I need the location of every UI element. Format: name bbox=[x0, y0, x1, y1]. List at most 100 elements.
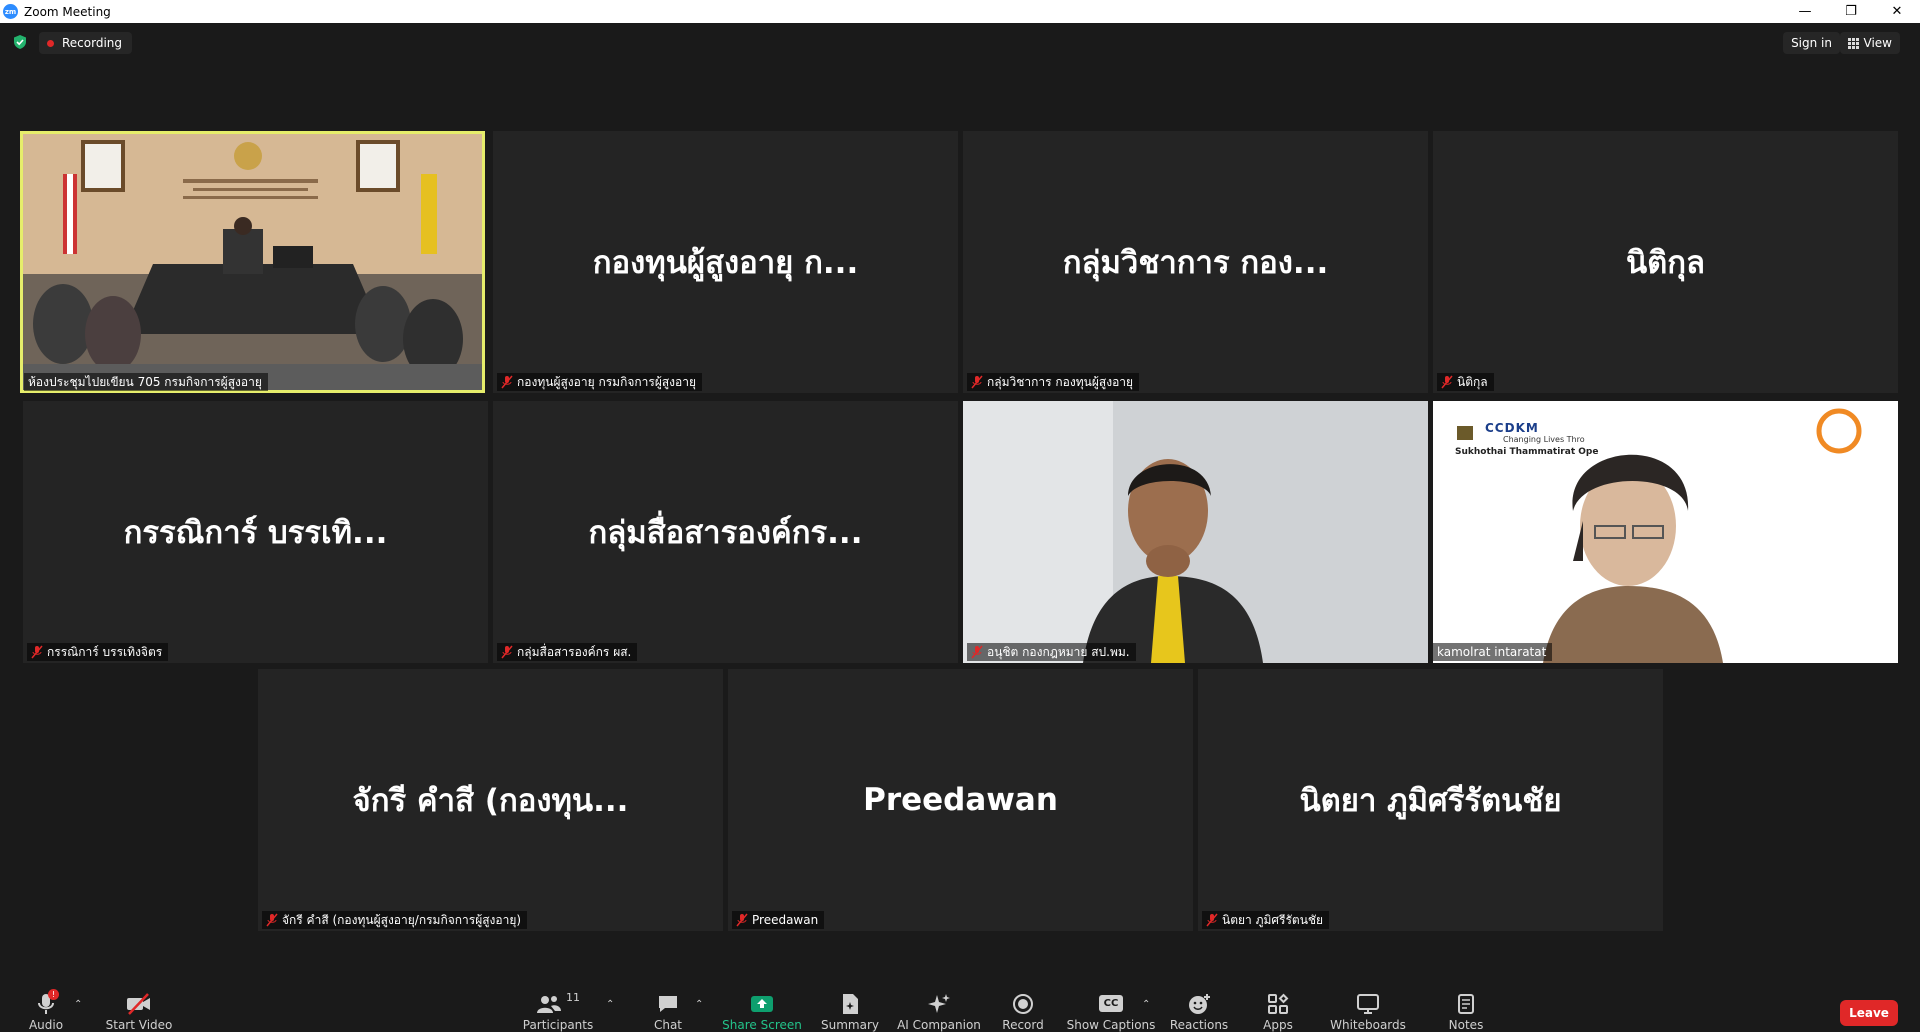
summary-document-icon bbox=[843, 993, 858, 1014]
window-controls: — ❐ ✕ bbox=[1782, 0, 1920, 23]
video-tile[interactable]: นิตยา ภูมิศรีรัตนชัย นิตยา ภูมิศรีรัตนชั… bbox=[1198, 669, 1663, 931]
muted-mic-icon bbox=[971, 375, 983, 389]
participants-label: Participants bbox=[522, 1018, 594, 1032]
muted-mic-icon bbox=[501, 375, 513, 389]
reactions-label: Reactions bbox=[1169, 1018, 1229, 1032]
apps-icon bbox=[1268, 993, 1289, 1014]
video-tile[interactable]: จักรี คำสี (กองทุน... จักรี คำสี (กองทุน… bbox=[258, 669, 723, 931]
meeting-toolbar: ! Audio ⌃ Start Video 11 Participants ⌃ bbox=[0, 975, 1920, 1032]
share-screen-icon bbox=[751, 995, 773, 1012]
start-video-label: Start Video bbox=[105, 1018, 173, 1032]
participant-name-label: กลุ่มสื่อสารองค์กร ผส. bbox=[497, 643, 638, 661]
window-title: Zoom Meeting bbox=[24, 4, 111, 19]
notes-label: Notes bbox=[1448, 1018, 1484, 1032]
reactions-smiley-icon bbox=[1189, 993, 1210, 1014]
muted-mic-icon bbox=[501, 645, 513, 659]
chat-label: Chat bbox=[653, 1018, 683, 1032]
participant-name-label: กองทุนผู้สูงอายุ กรมกิจการผู้สูงอายุ bbox=[497, 373, 703, 391]
show-captions-label: Show Captions bbox=[1066, 1018, 1156, 1032]
recording-label: Recording bbox=[62, 36, 123, 50]
close-button[interactable]: ✕ bbox=[1874, 0, 1920, 23]
leave-label: Leave bbox=[1849, 1006, 1889, 1020]
conference-room-video bbox=[23, 134, 482, 390]
ai-companion-label: AI Companion bbox=[897, 1018, 981, 1032]
summary-button[interactable]: Summary bbox=[820, 975, 880, 1032]
record-button[interactable]: Record bbox=[1001, 975, 1045, 1032]
participants-icon bbox=[537, 995, 561, 1013]
title-bar: zm Zoom Meeting — ❐ ✕ bbox=[0, 0, 1920, 23]
muted-mic-icon bbox=[1206, 913, 1218, 927]
muted-mic-icon bbox=[971, 645, 983, 659]
muted-mic-icon bbox=[31, 645, 43, 659]
participant-display-name: Preedawan bbox=[863, 782, 1058, 818]
ccdkm-tagline: Changing Lives Thro bbox=[1503, 435, 1585, 444]
apps-label: Apps bbox=[1263, 1018, 1293, 1032]
participant-name: กรรณิการ์ บรรเทิงจิตร bbox=[47, 644, 163, 659]
apps-button[interactable]: Apps bbox=[1258, 975, 1298, 1032]
participant-display-name: กลุ่มวิชาการ กอง... bbox=[1062, 245, 1329, 281]
video-tile[interactable]: กลุ่มสื่อสารองค์กร... กลุ่มสื่อสารองค์กร… bbox=[493, 401, 958, 663]
captions-options-caret-icon[interactable]: ⌃ bbox=[1142, 999, 1150, 1010]
restore-button[interactable]: ❐ bbox=[1828, 0, 1874, 23]
chat-bubble-icon bbox=[659, 995, 677, 1012]
video-tile[interactable]: กองทุนผู้สูงอายุ ก... กองทุนผู้สูงอายุ ก… bbox=[493, 131, 958, 393]
muted-mic-icon bbox=[1441, 375, 1453, 389]
participant-display-name: จักรี คำสี (กองทุน... bbox=[352, 783, 629, 819]
audio-options-caret-icon[interactable]: ⌃ bbox=[74, 999, 82, 1010]
participants-options-caret-icon[interactable]: ⌃ bbox=[606, 999, 614, 1010]
video-tile-conference-room[interactable]: ห้องประชุมไปยเขียน 705 กรมกิจการผู้สูงอา… bbox=[20, 131, 485, 393]
security-shield-icon[interactable] bbox=[12, 34, 28, 50]
start-video-button[interactable]: Start Video bbox=[104, 975, 174, 1032]
video-tile[interactable]: นิติกุล นิติกุล bbox=[1433, 131, 1898, 393]
participant-video: CCDKM Changing Lives Thro Sukhothai Tham… bbox=[1433, 401, 1898, 663]
participant-name-label: อนุชิต กองกฎหมาย สป.พม. bbox=[967, 643, 1136, 661]
participant-name: ห้องประชุมไปยเขียน 705 กรมกิจการผู้สูงอา… bbox=[28, 374, 262, 389]
video-tile[interactable]: กลุ่มวิชาการ กอง... กลุ่มวิชาการ กองทุนผ… bbox=[963, 131, 1428, 393]
chat-options-caret-icon[interactable]: ⌃ bbox=[695, 999, 703, 1010]
record-label: Record bbox=[1002, 1018, 1044, 1032]
record-icon bbox=[1013, 993, 1033, 1014]
participant-name: กลุ่มสื่อสารองค์กร ผส. bbox=[517, 644, 632, 659]
video-off-icon bbox=[127, 992, 150, 1015]
participant-name-label: กรรณิการ์ บรรเทิงจิตร bbox=[27, 643, 169, 661]
ai-sparkle-icon bbox=[928, 993, 950, 1013]
recording-dot-icon bbox=[47, 39, 54, 47]
chat-button[interactable]: Chat bbox=[648, 975, 688, 1032]
share-screen-label: Share Screen bbox=[722, 1018, 802, 1032]
whiteboards-button[interactable]: Whiteboards bbox=[1330, 975, 1406, 1032]
participant-name-label: กลุ่มวิชาการ กองทุนผู้สูงอายุ bbox=[967, 373, 1140, 391]
participant-name: นิติกุล bbox=[1457, 374, 1488, 389]
video-tile[interactable]: CCDKM Changing Lives Thro Sukhothai Tham… bbox=[1433, 401, 1898, 663]
notes-button[interactable]: Notes bbox=[1446, 975, 1486, 1032]
view-button[interactable]: View bbox=[1839, 32, 1900, 54]
reactions-button[interactable]: Reactions bbox=[1170, 975, 1228, 1032]
video-tile[interactable]: Preedawan Preedawan bbox=[728, 669, 1193, 931]
participant-name-label: นิตยา ภูมิศรีรัตนชัย bbox=[1202, 911, 1330, 929]
grid-view-icon bbox=[1847, 37, 1859, 49]
participants-count: 11 bbox=[566, 991, 580, 1004]
participant-display-name: นิติกุล bbox=[1625, 245, 1706, 281]
captions-cc-icon: CC bbox=[1099, 995, 1123, 1012]
video-tile[interactable]: อนุชิต กองกฎหมาย สป.พม. bbox=[963, 401, 1428, 663]
leave-button[interactable]: Leave bbox=[1840, 1000, 1898, 1026]
muted-mic-icon bbox=[266, 913, 278, 927]
minimize-button[interactable]: — bbox=[1782, 0, 1828, 23]
recording-indicator[interactable]: Recording bbox=[39, 32, 133, 54]
participants-button[interactable]: 11 Participants bbox=[522, 975, 594, 1032]
participant-name-label: จักรี คำสี (กองทุนผู้สูงอายุ/กรมกิจการผู… bbox=[262, 911, 528, 929]
ai-companion-button[interactable]: AI Companion bbox=[896, 975, 982, 1032]
share-screen-button[interactable]: Share Screen bbox=[722, 975, 802, 1032]
zoom-logo-icon: zm bbox=[3, 4, 18, 19]
participant-name: อนุชิต กองกฎหมาย สป.พม. bbox=[987, 644, 1130, 659]
participant-name-label: kamolrat intaratat bbox=[1433, 643, 1553, 661]
meeting-top-bar: Recording Sign in View bbox=[0, 23, 1920, 63]
audio-button[interactable]: ! Audio bbox=[26, 975, 66, 1032]
video-tile[interactable]: กรรณิการ์ บรรเทิ... กรรณิการ์ บรรเทิงจิต… bbox=[23, 401, 488, 663]
participant-name: Preedawan bbox=[752, 913, 819, 927]
participant-name: กองทุนผู้สูงอายุ กรมกิจการผู้สูงอายุ bbox=[517, 374, 697, 389]
participant-display-name: กองทุนผู้สูงอายุ ก... bbox=[592, 245, 859, 281]
view-label: View bbox=[1863, 36, 1892, 50]
sign-in-label: Sign in bbox=[1791, 36, 1832, 50]
participant-display-name: นิตยา ภูมิศรีรัตนชัย bbox=[1299, 783, 1562, 819]
sign-in-button[interactable]: Sign in bbox=[1783, 32, 1840, 54]
